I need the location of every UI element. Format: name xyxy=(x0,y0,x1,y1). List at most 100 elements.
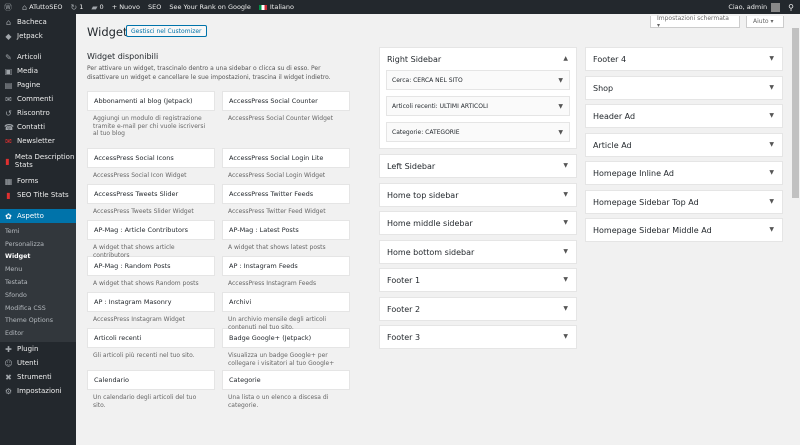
widget-item[interactable]: AP-Mag : Random Posts xyxy=(87,256,215,276)
comments-link[interactable]: ▰ 0 xyxy=(87,0,107,14)
chevron-up-icon[interactable]: ▲ xyxy=(563,55,568,62)
chevron-down-icon[interactable]: ▼ xyxy=(563,219,568,226)
sidebar-area-footer-3[interactable]: Footer 3 ▼ xyxy=(379,325,577,349)
chevron-down-icon[interactable]: ▼ xyxy=(769,226,774,233)
widget-item[interactable]: Archivi xyxy=(222,292,350,312)
submenu-sfondo[interactable]: Sfondo xyxy=(0,289,76,302)
appearance-icon: ✿ xyxy=(5,211,12,221)
widget-item[interactable]: AP : Instagram Masonry xyxy=(87,292,215,312)
submenu-theme-options[interactable]: Theme Options xyxy=(0,315,76,328)
widget-item[interactable]: AP-Mag : Article Contributors xyxy=(87,220,215,240)
account-menu[interactable]: Ciao, admin xyxy=(724,0,784,14)
submenu-editor[interactable]: Editor xyxy=(0,327,76,340)
placed-widget[interactable]: Categorie: CATEGORIE ▼ xyxy=(386,122,570,142)
manage-in-customizer-button[interactable]: Gestisci nel Customizer xyxy=(126,25,207,37)
menu-meta-description-stats[interactable]: ▮ Meta Description Stats xyxy=(0,148,76,174)
widget-item[interactable]: AccessPress Social Login Lite xyxy=(222,148,350,168)
language-switcher[interactable]: Italiano xyxy=(255,0,298,14)
screen-options-toggle[interactable]: Impostazioni schermata ▾ xyxy=(650,15,740,29)
menu-forms[interactable]: ▦ Forms xyxy=(0,174,76,188)
site-name-link[interactable]: ⌂ ATuttoSEO xyxy=(18,0,67,14)
chevron-down-icon[interactable]: ▼ xyxy=(769,198,774,205)
menu-articoli[interactable]: ✎ Articoli xyxy=(0,50,76,64)
submenu-personalizza[interactable]: Personalizza xyxy=(0,238,76,251)
menu-bacheca[interactable]: ⌂ Bacheca xyxy=(0,15,76,29)
widget-item[interactable]: Categorie xyxy=(222,370,350,390)
forms-icon: ▦ xyxy=(4,176,13,186)
widget-item[interactable]: Articoli recenti xyxy=(87,328,215,348)
sidebar-area-left-sidebar[interactable]: Left Sidebar ▼ xyxy=(379,154,577,178)
menu-jetpack[interactable]: ◆ Jetpack xyxy=(0,29,76,43)
placed-widget[interactable]: Articoli recenti: ULTIMI ARTICOLI ▼ xyxy=(386,96,570,116)
plugin-icon: ✚ xyxy=(5,344,12,354)
chevron-down-icon[interactable]: ▼ xyxy=(563,191,568,198)
widget-item[interactable]: Badge Google+ (Jetpack) xyxy=(222,328,350,348)
chevron-down-icon[interactable]: ▼ xyxy=(563,276,568,283)
seo-link[interactable]: SEO xyxy=(144,0,165,14)
widget-description: Una lista o un elenco a discesa di categ… xyxy=(228,394,329,409)
menu-strumenti[interactable]: ✖ Strumenti xyxy=(0,370,76,384)
aspetto-submenu: Temi Personalizza Widget Menu Testata Sf… xyxy=(0,223,76,343)
sidebar-area-header-ad[interactable]: Header Ad ▼ xyxy=(585,104,783,128)
submenu-temi[interactable]: Temi xyxy=(0,225,76,238)
menu-utenti[interactable]: ☺ Utenti xyxy=(0,356,76,370)
chevron-down-icon[interactable]: ▼ xyxy=(769,84,774,91)
sidebar-area-homepage-sidebar-middle-ad[interactable]: Homepage Sidebar Middle Ad ▼ xyxy=(585,218,783,242)
rank-link[interactable]: See Your Rank on Google xyxy=(165,0,255,14)
widget-item[interactable]: AccessPress Social Icons xyxy=(87,148,215,168)
menu-plugin[interactable]: ✚ Plugin xyxy=(0,342,76,356)
chevron-down-icon[interactable]: ▼ xyxy=(558,129,563,136)
sidebar-area-footer-1[interactable]: Footer 1 ▼ xyxy=(379,268,577,292)
chevron-down-icon[interactable]: ▼ xyxy=(769,112,774,119)
feedback-icon: ↺ xyxy=(5,108,12,118)
menu-contatti[interactable]: ☎ Contatti xyxy=(0,120,76,134)
submenu-modifica-css[interactable]: Modifica CSS xyxy=(0,302,76,315)
submenu-testata[interactable]: Testata xyxy=(0,276,76,289)
widget-item[interactable]: AccessPress Tweets Slider xyxy=(87,184,215,204)
chevron-down-icon[interactable]: ▼ xyxy=(558,77,563,84)
chevron-down-icon[interactable]: ▼ xyxy=(769,141,774,148)
menu-seo-title-stats[interactable]: ▮ SEO Title Stats xyxy=(0,188,76,202)
sidebar-area-shop[interactable]: Shop ▼ xyxy=(585,76,783,100)
sidebar-area-home-middle[interactable]: Home middle sidebar ▼ xyxy=(379,211,577,235)
widget-item[interactable]: AccessPress Twitter Feeds xyxy=(222,184,350,204)
menu-pagine[interactable]: ▤ Pagine xyxy=(0,78,76,92)
menu-impostazioni[interactable]: ⚙ Impostazioni xyxy=(0,384,76,398)
sidebar-area-article-ad[interactable]: Article Ad ▼ xyxy=(585,133,783,157)
widget-item[interactable]: Calendario xyxy=(87,370,215,390)
chevron-down-icon[interactable]: ▼ xyxy=(769,55,774,62)
widget-item[interactable]: AP : Instagram Feeds xyxy=(222,256,350,276)
wordpress-logo[interactable]: Ⓦ xyxy=(0,0,18,14)
sidebar-area-footer-4[interactable]: Footer 4 ▼ xyxy=(585,47,783,71)
scrollbar-thumb[interactable] xyxy=(792,28,799,198)
placed-widget[interactable]: Cerca: CERCA NEL SITO ▼ xyxy=(386,70,570,90)
sidebar-area-footer-2[interactable]: Footer 2 ▼ xyxy=(379,297,577,321)
chevron-down-icon[interactable]: ▼ xyxy=(563,162,568,169)
sidebar-area-header[interactable]: Right Sidebar ▲ xyxy=(380,48,576,70)
widget-description: AccessPress Instagram Widget xyxy=(93,316,185,323)
menu-aspetto[interactable]: ✿ Aspetto xyxy=(0,209,76,223)
sidebar-area-home-bottom[interactable]: Home bottom sidebar ▼ xyxy=(379,240,577,264)
search-toggle[interactable]: ⚲ xyxy=(784,0,800,14)
updates-link[interactable]: ↻ 1 xyxy=(67,0,88,14)
help-toggle[interactable]: Aiuto ▾ xyxy=(746,16,784,28)
chevron-down-icon[interactable]: ▼ xyxy=(769,169,774,176)
widget-item[interactable]: AP-Mag : Latest Posts xyxy=(222,220,350,240)
chevron-down-icon[interactable]: ▼ xyxy=(563,305,568,312)
sidebar-area-home-top[interactable]: Home top sidebar ▼ xyxy=(379,183,577,207)
new-content-link[interactable]: + Nuovo xyxy=(108,0,144,14)
page-scrollbar[interactable] xyxy=(791,14,800,445)
submenu-menu[interactable]: Menu xyxy=(0,263,76,276)
chevron-down-icon[interactable]: ▼ xyxy=(558,103,563,110)
sidebar-area-homepage-sidebar-top-ad[interactable]: Homepage Sidebar Top Ad ▼ xyxy=(585,190,783,214)
widget-item[interactable]: Abbonamenti al blog (Jetpack) xyxy=(87,91,215,111)
submenu-widget[interactable]: Widget xyxy=(0,251,76,264)
menu-riscontro[interactable]: ↺ Riscontro xyxy=(0,106,76,120)
menu-newsletter[interactable]: ✉ Newsletter xyxy=(0,134,76,148)
chevron-down-icon[interactable]: ▼ xyxy=(563,248,568,255)
sidebar-area-homepage-inline-ad[interactable]: Homepage Inline Ad ▼ xyxy=(585,161,783,185)
chevron-down-icon[interactable]: ▼ xyxy=(563,333,568,340)
menu-commenti[interactable]: ✉ Commenti xyxy=(0,92,76,106)
menu-media[interactable]: ▣ Media xyxy=(0,64,76,78)
widget-item[interactable]: AccessPress Social Counter xyxy=(222,91,350,111)
